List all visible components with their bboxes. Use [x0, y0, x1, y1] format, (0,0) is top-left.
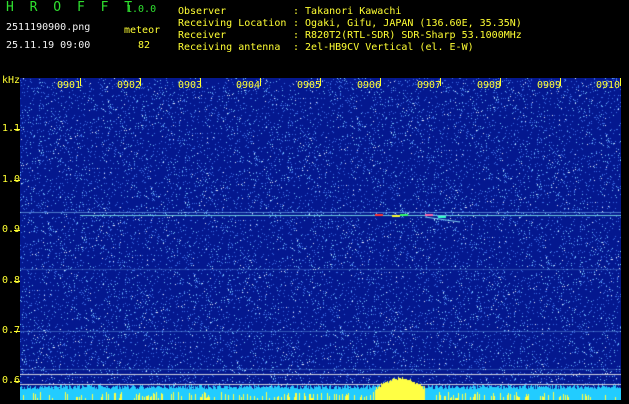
time-tick-mark: [80, 78, 81, 86]
time-tick-mark: [200, 78, 201, 86]
spectrogram: [20, 78, 621, 400]
time-tick-label: 0908: [477, 80, 502, 91]
file-name: 2511190900.png: [6, 22, 91, 33]
time-tick-label: 0904: [236, 80, 261, 91]
y-tick-mark: [14, 381, 20, 382]
time-tick-mark: [260, 78, 261, 86]
app-name: H R O F F T: [6, 0, 137, 15]
time-tick-mark: [320, 78, 321, 86]
info-value-observer: : Takanori Kawachi: [293, 6, 402, 17]
info-label-location: Receiving Location: [178, 18, 287, 29]
time-tick-label: 0909: [537, 80, 562, 91]
y-tick-mark: [14, 180, 20, 181]
time-tick-label: 0906: [357, 80, 382, 91]
y-tick-mark: [14, 230, 20, 231]
y-axis-unit: kHz: [2, 75, 21, 86]
time-tick-label: 0907: [417, 80, 442, 91]
time-tick-mark: [380, 78, 381, 86]
time-tick-label: 0905: [297, 80, 322, 91]
info-label-observer: Observer: [178, 6, 227, 17]
time-tick-mark: [500, 78, 501, 86]
file-datetime: 25.11.19 09:00: [6, 40, 91, 51]
y-tick-mark: [14, 281, 20, 282]
app-version: 1.0.0: [126, 4, 157, 15]
event-label: meteor: [124, 25, 161, 36]
y-tick-mark: [14, 129, 20, 130]
time-tick-mark: [140, 78, 141, 86]
time-tick-label: 0903: [178, 80, 203, 91]
info-value-antenna: : 2el-HB9CV Vertical (el. E-W): [293, 42, 474, 53]
time-tick-mark: [560, 78, 561, 86]
time-tick-mark: [620, 78, 621, 86]
time-tick-label: 0901: [57, 80, 82, 91]
time-tick-label: 0910: [596, 80, 621, 91]
info-label-antenna: Receiving antenna: [178, 42, 281, 53]
info-value-receiver: : R820T2(RTL-SDR) SDR-Sharp 53.1000MHz: [293, 30, 522, 41]
info-value-location: : Ogaki, Gifu, JAPAN (136.60E, 35.35N): [293, 18, 522, 29]
time-tick-mark: [440, 78, 441, 86]
time-tick-label: 0902: [117, 80, 142, 91]
spectrogram-canvas: [20, 78, 621, 400]
y-tick-mark: [14, 331, 20, 332]
event-count: 82: [138, 40, 151, 51]
info-label-receiver: Receiver: [178, 30, 227, 41]
